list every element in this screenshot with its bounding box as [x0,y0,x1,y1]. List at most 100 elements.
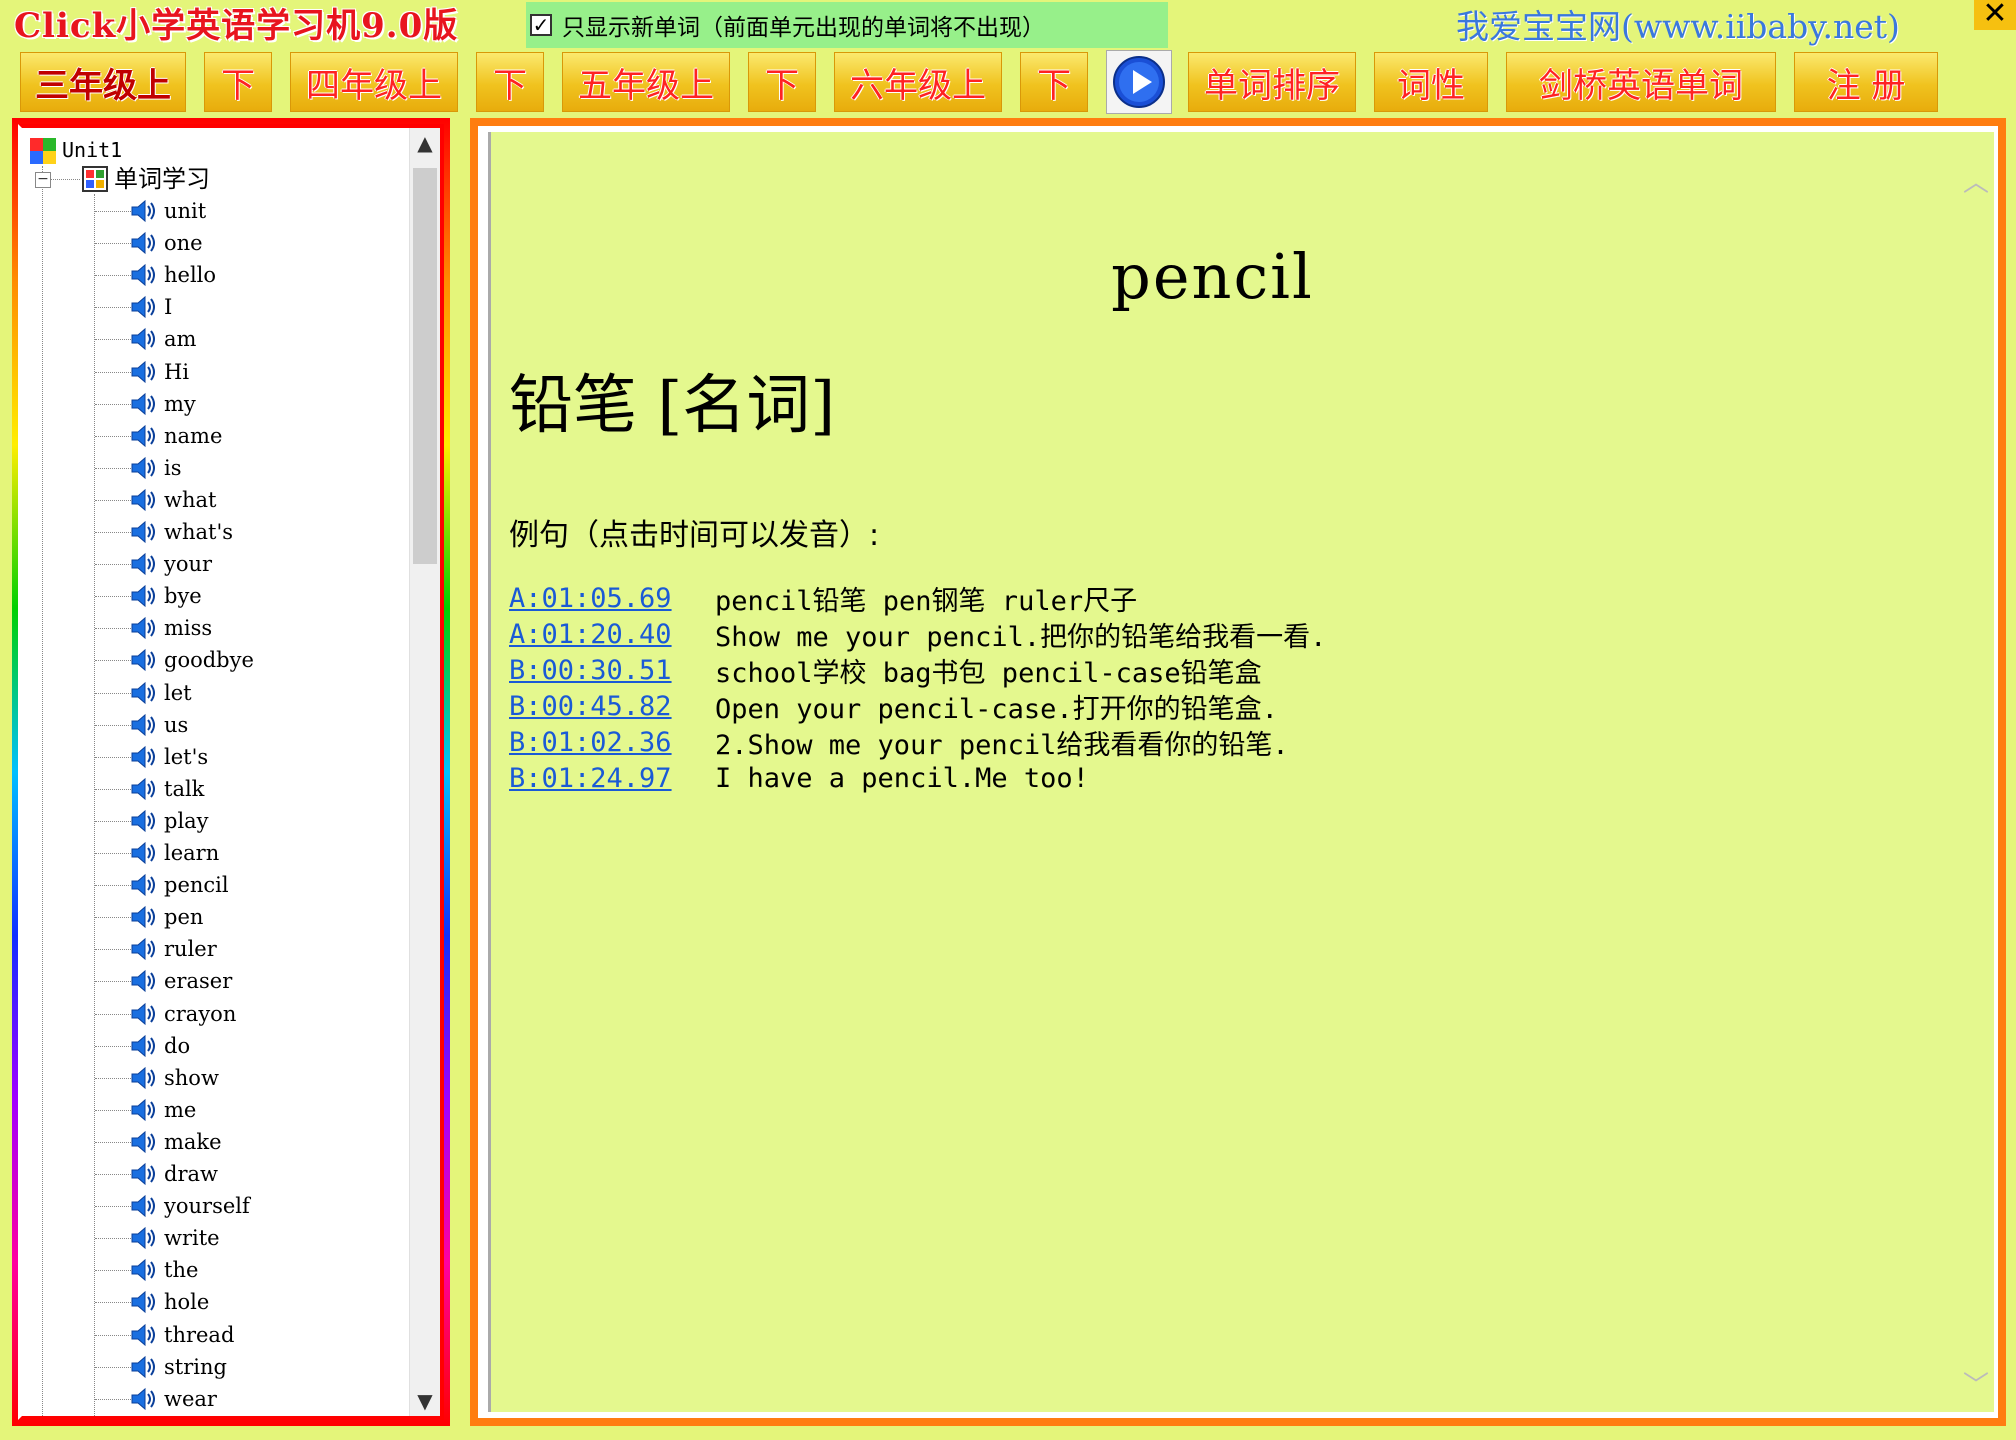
speaker-icon[interactable] [130,1065,156,1091]
tree-word-item[interactable]: is [22,455,382,483]
grade4-upper-button[interactable]: 四年级上 [290,52,458,112]
example-time-link[interactable]: A:01:05.69 [509,583,715,614]
tree-word-item[interactable]: what [22,487,382,515]
speaker-icon[interactable] [130,1097,156,1123]
speaker-icon[interactable] [130,391,156,417]
tree-word-item[interactable]: do [22,1033,382,1061]
speaker-icon[interactable] [130,519,156,545]
tree-word-item[interactable]: hello [22,262,382,290]
scroll-thumb[interactable] [413,168,437,564]
tree-word-item[interactable]: let's [22,744,382,772]
speaker-icon[interactable] [130,680,156,706]
tree-word-item[interactable]: us [22,712,382,740]
tree-word-item[interactable]: I [22,294,382,322]
tree-word-item[interactable]: the [22,1257,382,1285]
example-time-link[interactable]: B:00:45.82 [509,691,715,722]
grade3-lower-button[interactable]: 下 [204,52,272,112]
speaker-icon[interactable] [130,615,156,641]
part-of-speech-button[interactable]: 词性 [1374,52,1488,112]
cambridge-words-button[interactable]: 剑桥英语单词 [1506,52,1776,112]
tree-word-item[interactable]: miss [22,615,382,643]
play-button[interactable] [1106,50,1172,114]
speaker-icon[interactable] [130,551,156,577]
tree-word-item[interactable]: string [22,1354,382,1382]
collapse-toggle[interactable]: − [35,172,51,188]
speaker-icon[interactable] [130,1193,156,1219]
new-words-only-filter[interactable]: ✓ 只显示新单词（前面单元出现的单词将不出现） [526,2,1168,48]
new-words-only-checkbox[interactable]: ✓ [530,14,552,36]
tree-word-item[interactable]: pen [22,904,382,932]
tree-word-item[interactable]: Hi [22,359,382,387]
tree-word-item[interactable]: play [22,808,382,836]
tree-word-item[interactable]: your [22,551,382,579]
tree-word-item[interactable]: draw [22,1161,382,1189]
speaker-icon[interactable] [130,647,156,673]
tree-word-item[interactable]: bye [22,583,382,611]
speaker-icon[interactable] [130,1354,156,1380]
grade5-lower-button[interactable]: 下 [748,52,816,112]
speaker-icon[interactable] [130,198,156,224]
speaker-icon[interactable] [130,1225,156,1251]
speaker-icon[interactable] [130,487,156,513]
tree-word-item[interactable]: one [22,230,382,258]
speaker-icon[interactable] [130,1322,156,1348]
speaker-icon[interactable] [130,936,156,962]
tree-word-item[interactable]: what's [22,519,382,547]
speaker-icon[interactable] [130,744,156,770]
speaker-icon[interactable] [130,359,156,385]
speaker-icon[interactable] [130,904,156,930]
speaker-icon[interactable] [130,262,156,288]
tree-word-item[interactable]: my [22,391,382,419]
tree-word-item[interactable]: write [22,1225,382,1253]
speaker-icon[interactable] [130,1386,156,1412]
grade6-upper-button[interactable]: 六年级上 [834,52,1002,112]
tree-word-item[interactable]: am [22,326,382,354]
tree-word-item[interactable]: yourself [22,1193,382,1221]
tree-word-item[interactable]: me [22,1097,382,1125]
speaker-icon[interactable] [130,840,156,866]
tree-root-unit1[interactable]: Unit1 [62,138,122,162]
tree-word-item[interactable]: let [22,680,382,708]
speaker-icon[interactable] [130,1161,156,1187]
website-link[interactable]: 我爱宝宝网(www.iibaby.net) [1456,4,1900,50]
example-time-link[interactable]: A:01:20.40 [509,619,715,650]
speaker-icon[interactable] [130,712,156,738]
tree-word-item[interactable]: eraser [22,968,382,996]
scroll-up-arrow[interactable]: ︿ [1958,162,1994,199]
close-icon[interactable]: ✕ [1974,0,2016,30]
example-time-link[interactable]: B:00:30.51 [509,655,715,686]
tree-word-item[interactable]: talk [22,776,382,804]
speaker-icon[interactable] [130,423,156,449]
detail-scrollbar[interactable]: ︿ ﹀ [1958,132,1994,1412]
scroll-up-arrow[interactable]: ▲ [410,128,440,158]
example-time-link[interactable]: B:01:02.36 [509,727,715,758]
grade4-lower-button[interactable]: 下 [476,52,544,112]
tree-group-word-study[interactable]: 单词学习 [114,167,210,191]
speaker-icon[interactable] [130,1033,156,1059]
register-button[interactable]: 注 册 [1794,52,1938,112]
speaker-icon[interactable] [130,808,156,834]
tree-word-item[interactable]: pencil [22,872,382,900]
tree-word-item[interactable]: show [22,1065,382,1093]
tree-word-item[interactable]: make [22,1129,382,1157]
tree-word-item[interactable]: thread [22,1322,382,1350]
word-sort-button[interactable]: 单词排序 [1188,52,1356,112]
speaker-icon[interactable] [130,872,156,898]
tree-word-item[interactable]: crayon [22,1001,382,1029]
speaker-icon[interactable] [130,1129,156,1155]
grade5-upper-button[interactable]: 五年级上 [562,52,730,112]
tree-word-item[interactable]: hole [22,1289,382,1317]
grade6-lower-button[interactable]: 下 [1020,52,1088,112]
tree-word-item[interactable]: goodbye [22,647,382,675]
tree-word-item[interactable]: wear [22,1386,382,1414]
speaker-icon[interactable] [130,776,156,802]
tree-word-item[interactable]: ruler [22,936,382,964]
speaker-icon[interactable] [130,1001,156,1027]
speaker-icon[interactable] [130,968,156,994]
example-time-link[interactable]: B:01:24.97 [509,763,715,794]
speaker-icon[interactable] [130,230,156,256]
speaker-icon[interactable] [130,583,156,609]
scroll-down-arrow[interactable]: ▼ [410,1386,440,1416]
speaker-icon[interactable] [130,294,156,320]
speaker-icon[interactable] [130,1289,156,1315]
